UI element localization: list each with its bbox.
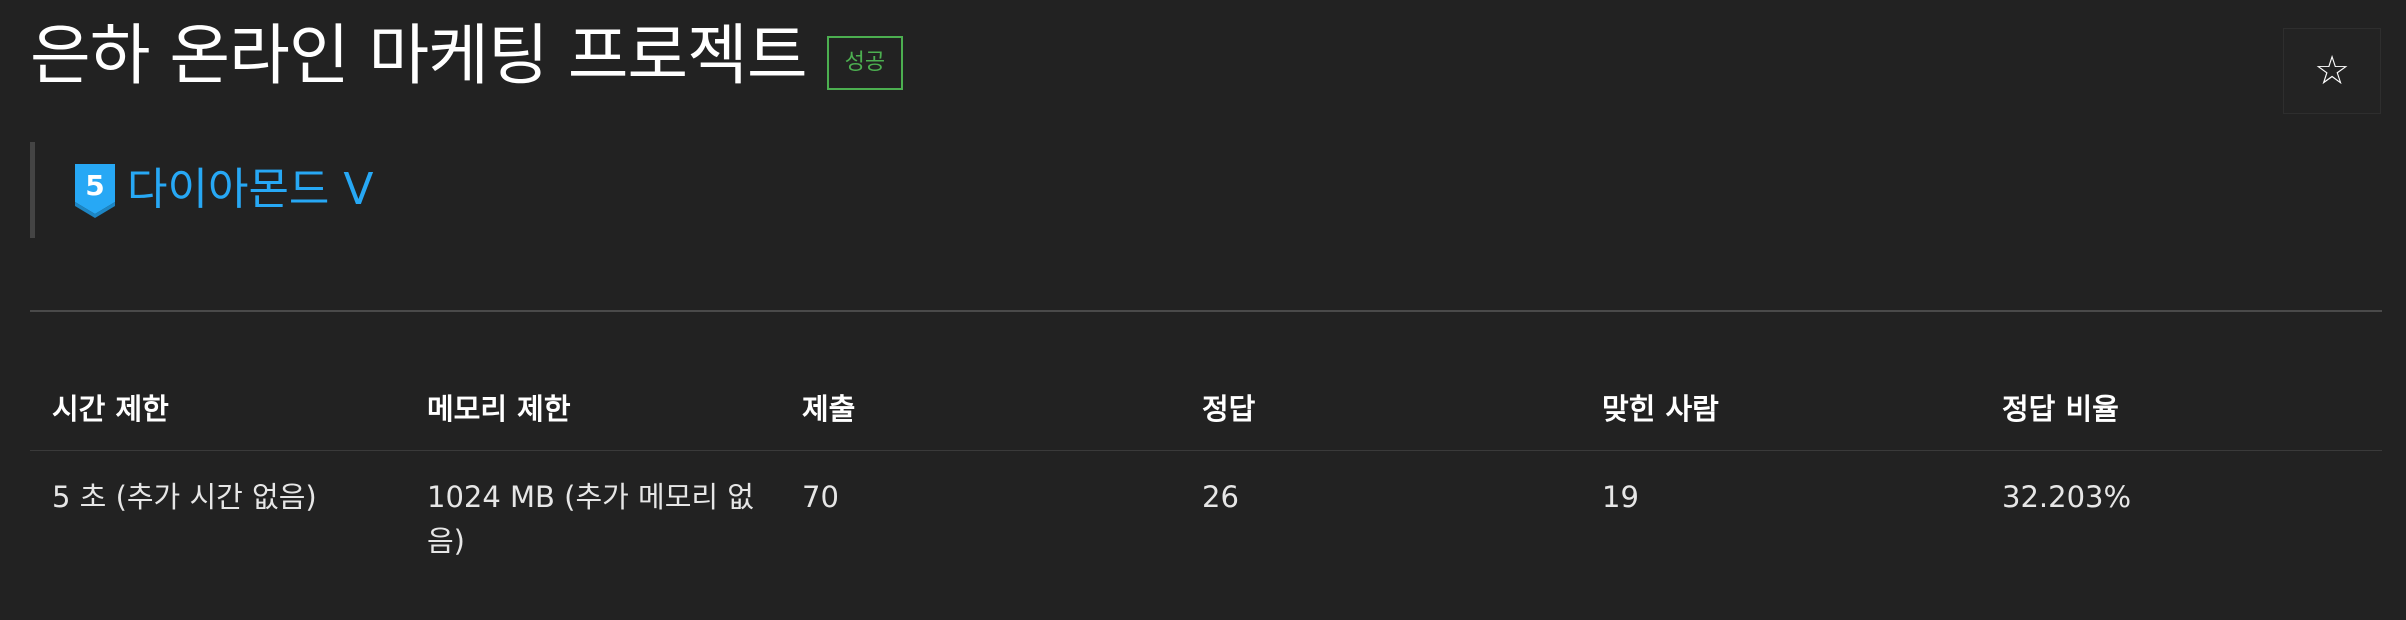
- header-accept-ratio: 정답 비율: [1980, 368, 2382, 451]
- header-memory-limit: 메모리 제한: [405, 368, 780, 451]
- header-accepted: 정답: [1180, 368, 1580, 451]
- cell-accept-ratio: 32.203%: [2002, 480, 2132, 514]
- cell-memory-limit: 1024 MB (추가 메모리 없음): [427, 480, 754, 558]
- star-icon: ☆: [2314, 48, 2350, 94]
- header-submissions: 제출: [780, 368, 1180, 451]
- title-row: 은하 온라인 마케팅 프로젝트 성공: [30, 17, 904, 94]
- status-badge: 성공: [826, 36, 904, 90]
- tier-block: 5 다이아몬드 V: [30, 142, 374, 238]
- favorite-star-button[interactable]: ☆: [2283, 28, 2381, 114]
- cell-accepted: 26: [1202, 480, 1239, 514]
- problem-info-table: 시간 제한 메모리 제한 제출 정답 맞힌 사람 정답 비율 5 초 (추가 시…: [30, 368, 2382, 563]
- diamond-tier-icon: 5: [75, 164, 115, 218]
- divider: [30, 310, 2382, 312]
- table-row: 5 초 (추가 시간 없음) 1024 MB (추가 메모리 없음) 70 26…: [30, 451, 2382, 564]
- cell-time-limit: 5 초 (추가 시간 없음): [52, 480, 317, 514]
- tier-label[interactable]: 다이아몬드 V: [127, 168, 374, 212]
- header-solved-users: 맞힌 사람: [1580, 368, 1980, 451]
- header-time-limit: 시간 제한: [30, 368, 405, 451]
- page-title: 은하 온라인 마케팅 프로젝트: [30, 17, 808, 94]
- cell-solved-users: 19: [1602, 480, 1639, 514]
- table-header-row: 시간 제한 메모리 제한 제출 정답 맞힌 사람 정답 비율: [30, 368, 2382, 451]
- cell-submissions: 70: [802, 480, 839, 514]
- tier-icon-number: 5: [85, 169, 104, 202]
